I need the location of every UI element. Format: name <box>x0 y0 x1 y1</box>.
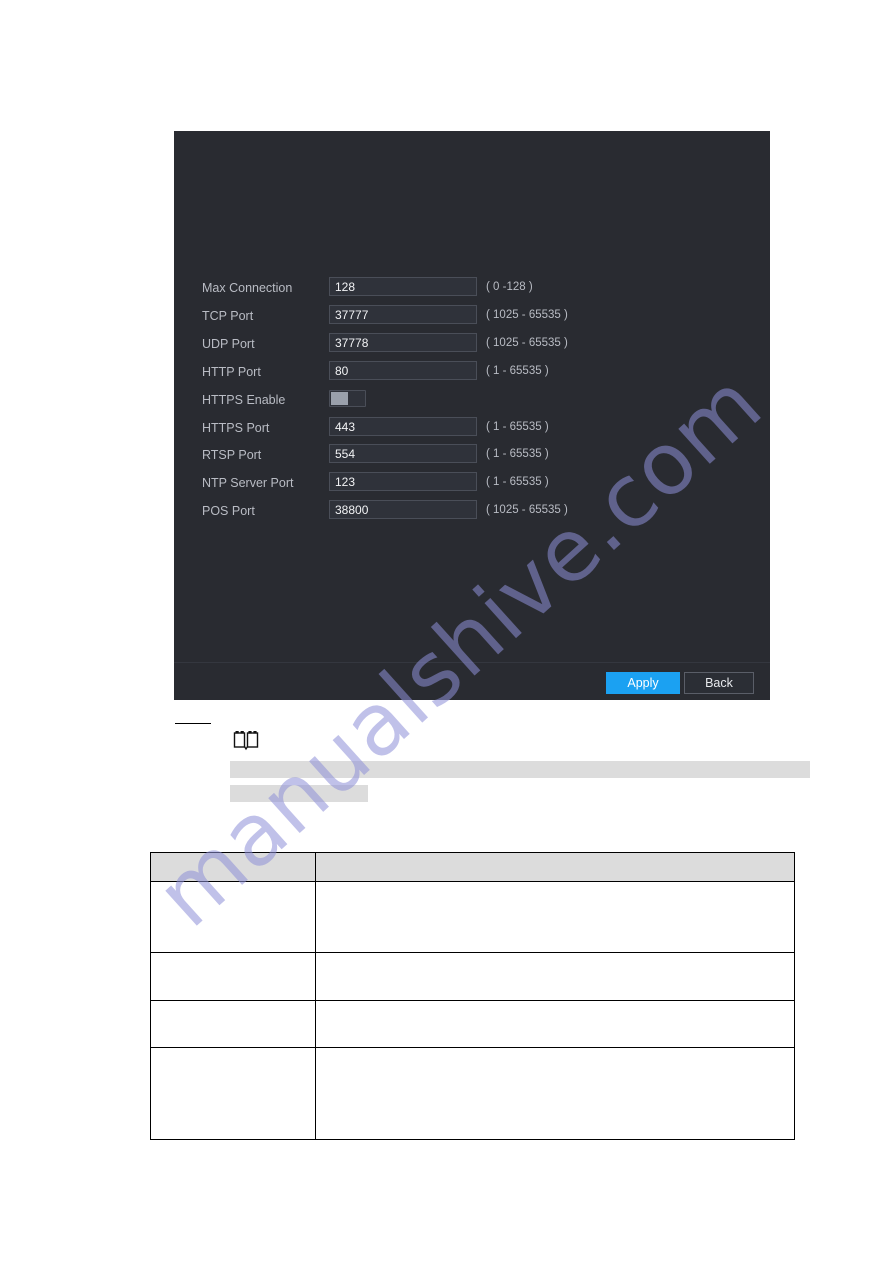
hint-https-port: ( 1 - 65535 ) <box>486 421 549 433</box>
port-settings-dialog: Max Connection ( 0 -128 ) TCP Port ( 102… <box>174 131 770 700</box>
dialog-body: Max Connection ( 0 -128 ) TCP Port ( 102… <box>174 131 770 663</box>
form-row-pos-port: POS Port ( 1025 - 65535 ) <box>174 500 770 522</box>
table-cell <box>315 1047 795 1140</box>
table-cell <box>315 1000 795 1048</box>
input-rtsp-port[interactable] <box>329 444 477 463</box>
form-row-rtsp-port: RTSP Port ( 1 - 65535 ) <box>174 444 770 466</box>
table-cell <box>150 1000 316 1048</box>
table-cell-text <box>316 1091 794 1097</box>
hint-ntp-server-port: ( 1 - 65535 ) <box>486 476 549 488</box>
form-row-udp-port: UDP Port ( 1025 - 65535 ) <box>174 333 770 355</box>
section-rule <box>175 723 211 724</box>
table-row <box>150 1000 795 1048</box>
table-cell-text <box>316 1021 794 1027</box>
table-cell-text <box>151 1021 315 1027</box>
table-header-row <box>150 852 795 882</box>
form-row-https-enable: HTTPS Enable <box>174 389 770 411</box>
table-cell-text <box>151 914 315 920</box>
table-cell <box>315 881 795 953</box>
toggle-https-enable[interactable] <box>329 390 366 407</box>
table-header-label <box>151 864 315 870</box>
toggle-knob <box>331 392 348 405</box>
redacted-note-line <box>230 785 368 802</box>
input-max-connection[interactable] <box>329 277 477 296</box>
hint-http-port: ( 1 - 65535 ) <box>486 365 549 377</box>
hint-udp-port: ( 1025 - 65535 ) <box>486 337 568 349</box>
dialog-footer: Apply Back <box>174 662 770 700</box>
table-cell-text <box>316 914 794 920</box>
form-row-tcp-port: TCP Port ( 1025 - 65535 ) <box>174 305 770 327</box>
table-row <box>150 881 795 953</box>
table-header-label <box>316 864 794 870</box>
table-cell <box>150 1047 316 1140</box>
table-row <box>150 1047 795 1140</box>
form-row-max-connection: Max Connection ( 0 -128 ) <box>174 277 770 299</box>
hint-rtsp-port: ( 1 - 65535 ) <box>486 448 549 460</box>
input-pos-port[interactable] <box>329 500 477 519</box>
open-book-icon <box>233 731 259 751</box>
input-ntp-server-port[interactable] <box>329 472 477 491</box>
redacted-note-line <box>230 761 810 778</box>
table-row <box>150 952 795 1001</box>
table-header-cell <box>315 852 795 882</box>
table-cell <box>150 881 316 953</box>
table-cell-text <box>151 974 315 980</box>
form-row-https-port: HTTPS Port ( 1 - 65535 ) <box>174 417 770 439</box>
form-row-ntp-server-port: NTP Server Port ( 1 - 65535 ) <box>174 472 770 494</box>
table-cell-text <box>151 1091 315 1097</box>
hint-pos-port: ( 1025 - 65535 ) <box>486 504 568 516</box>
input-http-port[interactable] <box>329 361 477 380</box>
hint-tcp-port: ( 1025 - 65535 ) <box>486 309 568 321</box>
parameter-description-table <box>150 852 795 1140</box>
form-row-http-port: HTTP Port ( 1 - 65535 ) <box>174 361 770 383</box>
hint-max-connection: ( 0 -128 ) <box>486 281 533 293</box>
table-cell <box>150 952 316 1001</box>
input-udp-port[interactable] <box>329 333 477 352</box>
input-tcp-port[interactable] <box>329 305 477 324</box>
back-button[interactable]: Back <box>684 672 754 694</box>
input-https-port[interactable] <box>329 417 477 436</box>
table-cell-text <box>316 974 794 980</box>
table-cell <box>315 952 795 1001</box>
table-header-cell <box>150 852 316 882</box>
apply-button[interactable]: Apply <box>606 672 680 694</box>
